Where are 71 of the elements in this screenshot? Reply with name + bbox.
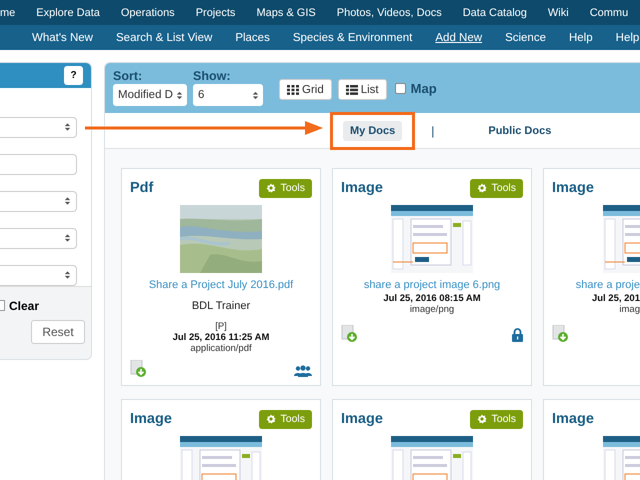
nav-link[interactable]: Explore Data	[36, 6, 100, 18]
select-arrows-icon	[63, 122, 72, 132]
nav-link[interactable]: Search & List View	[116, 32, 212, 44]
select-arrows-icon	[63, 233, 72, 244]
card-title: Image	[341, 180, 383, 196]
file-type: imag	[619, 304, 640, 315]
view-button[interactable]: Grid	[279, 79, 332, 100]
nav-link[interactable]: me	[0, 6, 16, 18]
lock-icon	[512, 328, 523, 342]
gear-icon	[477, 183, 488, 193]
field-label: Show:	[193, 69, 232, 83]
nav-link[interactable]: Science	[505, 32, 546, 44]
reset-button[interactable]: Reset	[31, 320, 85, 344]
file-link[interactable]: share a project image 6.png	[364, 279, 500, 291]
card-title: Image	[552, 411, 594, 427]
nav-link[interactable]: Maps & GIS	[256, 6, 316, 18]
checkbox[interactable]	[394, 83, 406, 94]
privacy-label: [P]	[215, 321, 227, 332]
dropdown[interactable]: 6	[193, 84, 263, 106]
nav-link[interactable]: Wiki	[548, 6, 569, 18]
nav-link[interactable]: Help	[616, 32, 640, 44]
card-title: Image	[552, 180, 594, 196]
gear-icon	[477, 414, 488, 424]
nav-link[interactable]: Commu	[590, 6, 628, 18]
nav-link[interactable]: Photos, Videos, Docs	[336, 6, 442, 18]
nav-link[interactable]: Species & Environment	[292, 32, 412, 44]
modified-date: Jul 25, 2016 08:15 AM	[383, 293, 481, 304]
nav-link[interactable]: Help	[568, 32, 593, 44]
modified-date: Jul 25, 201	[592, 293, 640, 304]
help-button[interactable]: ?	[64, 66, 83, 85]
nav-link[interactable]: Places	[235, 32, 270, 44]
download-icon	[341, 325, 358, 342]
nav-link[interactable]: Add New	[435, 32, 482, 44]
download-icon	[130, 360, 147, 377]
nav-link[interactable]: Data Catalog	[462, 6, 527, 18]
file-type: application/pdf	[190, 343, 252, 354]
checkbox-label: Map	[410, 81, 437, 96]
tab[interactable]: My Docs	[343, 120, 402, 140]
modified-date: Jul 25, 2016 11:25 AM	[172, 332, 270, 343]
file-link[interactable]: share a proje	[576, 279, 640, 291]
view-button[interactable]: List	[338, 79, 387, 100]
card-title: Image	[341, 411, 383, 427]
card-title: Image	[130, 411, 172, 427]
download-icon	[552, 325, 569, 342]
card-title: Pdf	[130, 180, 154, 196]
gear-icon	[266, 414, 276, 424]
separator: |	[431, 124, 434, 138]
select-arrows-icon	[63, 196, 72, 206]
tab[interactable]: Public Docs	[481, 120, 558, 140]
nav-link[interactable]: What's New	[32, 32, 93, 44]
dropdown[interactable]: Modified D	[113, 84, 187, 106]
nav-link[interactable]: Projects	[196, 6, 236, 18]
checkbox[interactable]	[0, 300, 5, 312]
people-icon	[294, 365, 312, 377]
select-arrows-icon	[251, 90, 260, 100]
select-arrows-icon	[63, 270, 72, 280]
select-arrows-icon	[175, 90, 184, 100]
dropdown[interactable]	[0, 264, 77, 286]
dropdown[interactable]	[0, 116, 77, 138]
grid-icon	[287, 84, 299, 94]
owner-name: BDL Trainer	[192, 300, 250, 312]
dropdown[interactable]	[0, 190, 77, 212]
nav-link[interactable]: Operations	[120, 6, 175, 18]
dropdown[interactable]	[0, 228, 77, 249]
file-link[interactable]: Share a Project July 2016.pdf	[148, 279, 294, 291]
list-icon	[346, 84, 358, 94]
file-type: image/png	[410, 304, 454, 315]
gear-icon	[266, 183, 276, 193]
input-field[interactable]	[0, 154, 77, 175]
clear-label: Clear	[9, 298, 40, 313]
field-label: Sort:	[113, 69, 144, 83]
